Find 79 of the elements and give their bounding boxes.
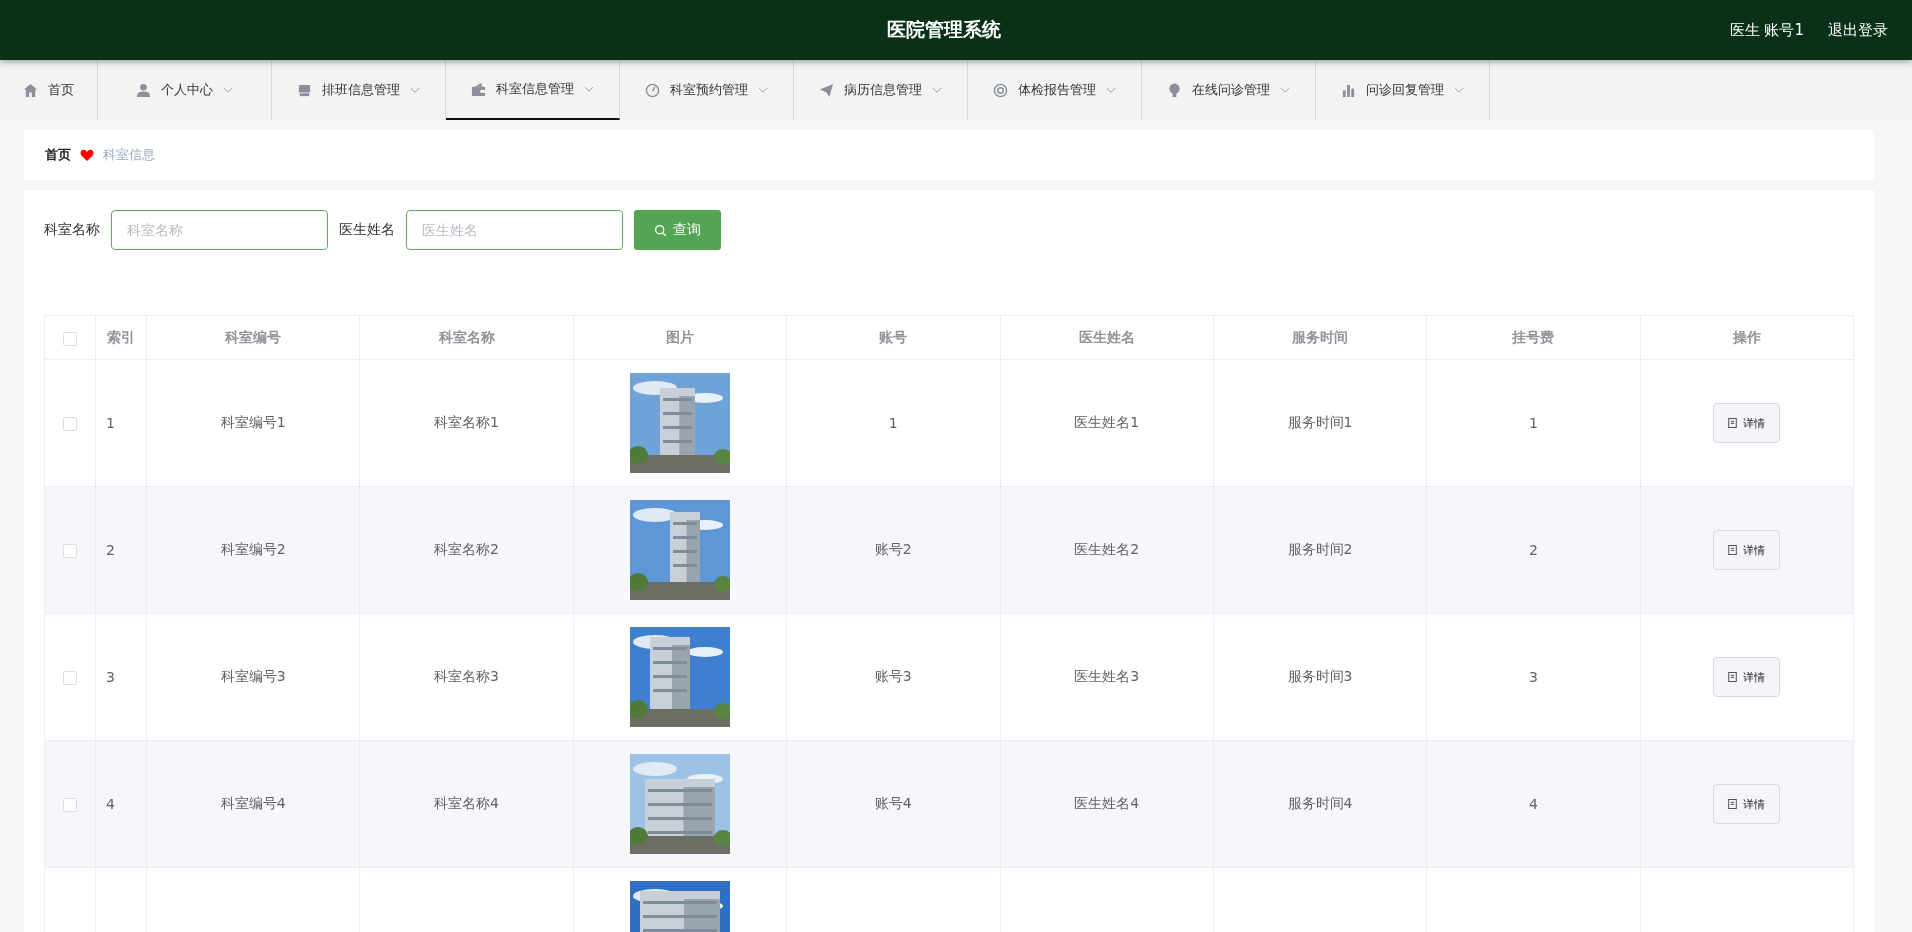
table-cell: 科室名称4	[434, 795, 499, 811]
column-header: 科室名称	[438, 328, 495, 345]
checkbox[interactable]	[63, 331, 77, 346]
table-cell: 科室名称3	[434, 668, 499, 684]
table-cell: 1	[106, 415, 115, 431]
nav-menu-item[interactable]: 问诊回复管理	[1316, 60, 1490, 120]
lifebuoy-icon	[993, 82, 1008, 98]
table-cell: 1	[888, 415, 898, 431]
column-header: 操作	[1732, 328, 1761, 345]
nav-menu-item[interactable]: 个人中心	[98, 60, 272, 120]
column-header: 科室编号	[225, 328, 282, 345]
document-icon	[1728, 418, 1738, 428]
logout-link[interactable]: 退出登录	[1828, 20, 1888, 40]
table-cell: 账号4	[874, 795, 912, 811]
details-button[interactable]: 详情	[1713, 784, 1781, 824]
table-cell: 服务时间3	[1287, 668, 1353, 684]
table-cell: 服务时间4	[1287, 795, 1353, 811]
heart-icon	[80, 149, 94, 161]
table-cell: 4	[106, 796, 115, 812]
column-header: 医生姓名	[1078, 328, 1135, 345]
field-label: 科室名称	[44, 221, 100, 239]
table-cell: 2	[106, 542, 115, 558]
details-button[interactable]: 详情	[1713, 530, 1781, 570]
table-cell: 科室名称1	[434, 414, 499, 430]
document-icon	[1728, 545, 1738, 555]
bar-chart-icon	[1341, 82, 1356, 98]
table-cell: 服务时间2	[1287, 541, 1353, 557]
nav-menu-item[interactable]: 科室预约管理	[620, 60, 794, 120]
table-cell: 科室名称2	[434, 541, 499, 557]
nav-menu-item[interactable]: 科室信息管理	[446, 60, 620, 120]
table-cell: 服务时间1	[1287, 414, 1353, 430]
search-icon	[654, 223, 667, 237]
paper-plane-icon	[819, 82, 834, 98]
table-cell: 4	[1528, 796, 1538, 812]
table-cell: 账号2	[874, 541, 912, 557]
table-cell: 医生姓名2	[1074, 541, 1140, 557]
nav-menu-item[interactable]: 首页	[0, 60, 98, 120]
table-cell: 医生姓名1	[1074, 414, 1140, 430]
document-icon	[1728, 672, 1738, 682]
checkbox[interactable]	[63, 671, 77, 685]
column-header: 图片	[665, 328, 694, 345]
table-cell: 3	[1528, 669, 1538, 685]
home-icon	[23, 82, 38, 98]
column-header: 索引	[107, 328, 135, 345]
column-header: 服务时间	[1292, 328, 1349, 345]
table-cell: 1	[1528, 415, 1538, 431]
user-icon	[136, 82, 151, 98]
checkbox[interactable]	[63, 417, 77, 431]
table-cell: 科室编号3	[220, 668, 286, 684]
table-cell: 3	[106, 669, 115, 685]
details-button[interactable]: 详情	[1713, 403, 1781, 443]
checkbox[interactable]	[63, 798, 77, 812]
nav-menu-item[interactable]: 排班信息管理	[272, 60, 446, 120]
nav-menu-item[interactable]: 病历信息管理	[794, 60, 968, 120]
details-button[interactable]: 详情	[1713, 657, 1781, 697]
column-header: 账号	[879, 328, 908, 345]
store-icon	[297, 82, 312, 98]
app-title: 医院管理系统	[887, 17, 1001, 42]
table-cell: 账号3	[874, 668, 912, 684]
table-cell: 医生姓名4	[1074, 795, 1140, 811]
field-label: 医生姓名	[339, 221, 395, 239]
lightbulb-icon	[1167, 82, 1182, 98]
nav-menu-item[interactable]: 在线问诊管理	[1142, 60, 1316, 120]
search-field[interactable]: 医生姓名	[406, 210, 623, 250]
search-field[interactable]: 科室名称	[111, 210, 328, 250]
table-cell: 科室编号1	[220, 414, 286, 430]
user-name: 医生 账号1	[1729, 20, 1804, 40]
table-cell: 医生姓名3	[1074, 668, 1140, 684]
table-cell: 科室编号4	[220, 795, 286, 811]
gauge-icon	[645, 82, 660, 98]
table-cell: 2	[1528, 542, 1538, 558]
checkbox[interactable]	[63, 544, 77, 558]
nav-menu-item[interactable]: 体检报告管理	[968, 60, 1142, 120]
column-header: 挂号费	[1512, 328, 1555, 345]
document-icon	[1728, 799, 1738, 809]
table-cell: 科室编号2	[220, 541, 286, 557]
wallet-icon	[471, 81, 486, 97]
breadcrumb-current: 科室信息	[103, 146, 155, 164]
breadcrumb-link[interactable]: 首页	[45, 146, 71, 164]
